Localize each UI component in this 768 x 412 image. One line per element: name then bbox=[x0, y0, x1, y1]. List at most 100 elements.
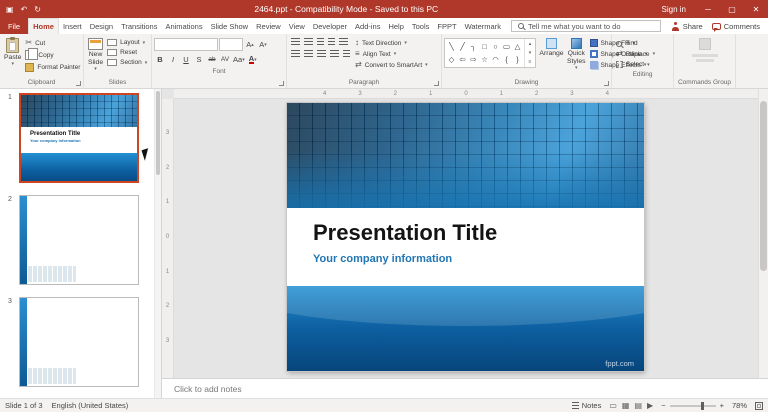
align-left-button[interactable] bbox=[291, 50, 300, 57]
tab-developer[interactable]: Developer bbox=[309, 18, 351, 34]
tab-home[interactable]: Home bbox=[28, 18, 59, 34]
character-spacing-button[interactable]: AV bbox=[219, 53, 231, 66]
tab-animations[interactable]: Animations bbox=[161, 18, 206, 34]
bold-button[interactable]: B bbox=[154, 53, 166, 66]
format-painter-button[interactable]: Format Painter bbox=[23, 62, 82, 73]
italic-button[interactable]: I bbox=[167, 53, 179, 66]
shape-brace-left-icon[interactable]: { bbox=[501, 53, 512, 66]
canvas-scrollbar[interactable] bbox=[758, 89, 768, 378]
paragraph-dialog-launcher-icon[interactable] bbox=[434, 81, 439, 86]
slide-title-text[interactable]: Presentation Title bbox=[313, 220, 644, 246]
notes-pane[interactable]: Click to add notes bbox=[162, 378, 768, 398]
align-text-button[interactable]: ≡ Align Text ▾ bbox=[353, 49, 430, 59]
shape-arrow-right-icon[interactable]: ⇨ bbox=[468, 53, 479, 66]
cut-button[interactable]: ✂ Cut bbox=[23, 38, 82, 48]
change-case-button[interactable]: Aa ▾ bbox=[232, 53, 246, 66]
shape-rectangle-icon[interactable]: □ bbox=[479, 40, 490, 53]
numbering-button[interactable] bbox=[304, 38, 313, 45]
share-button[interactable]: Share bbox=[671, 21, 703, 31]
new-slide-button[interactable]: New Slide ▾ bbox=[86, 36, 105, 72]
layout-button[interactable]: Layout ▾ bbox=[105, 38, 149, 47]
font-color-button[interactable]: A ▾ bbox=[247, 53, 259, 66]
shape-line2-icon[interactable]: ╱ bbox=[457, 40, 468, 53]
slide-thumbnail-3[interactable] bbox=[19, 297, 139, 387]
fit-to-window-button[interactable] bbox=[755, 401, 763, 410]
tab-transitions[interactable]: Transitions bbox=[117, 18, 161, 34]
close-button[interactable]: ✕ bbox=[744, 0, 768, 18]
slide-subtitle-text[interactable]: Your company information bbox=[313, 253, 644, 265]
zoom-slider-thumb[interactable] bbox=[700, 401, 704, 410]
slide-sorter-view-button[interactable]: ▦ bbox=[622, 401, 630, 410]
thumbnail-scrollbar[interactable] bbox=[154, 89, 161, 398]
zoom-level[interactable]: 78% bbox=[732, 401, 747, 410]
zoom-out-button[interactable]: − bbox=[661, 401, 665, 410]
tab-review[interactable]: Review bbox=[252, 18, 285, 34]
shape-ellipse-icon[interactable]: ○ bbox=[490, 40, 501, 53]
zoom-in-button[interactable]: + bbox=[720, 401, 724, 410]
align-right-button[interactable] bbox=[317, 50, 326, 57]
select-button[interactable]: Select ▾ bbox=[614, 60, 671, 69]
sign-in-button[interactable]: Sign in bbox=[652, 5, 696, 14]
shape-connector-icon[interactable]: ┐ bbox=[468, 40, 479, 53]
find-button[interactable]: Find bbox=[614, 39, 671, 48]
justify-button[interactable] bbox=[330, 50, 339, 57]
strikethrough-button[interactable]: ab bbox=[206, 53, 218, 66]
addin-command-button[interactable] bbox=[690, 36, 720, 62]
canvas-scrollbar-thumb[interactable] bbox=[760, 101, 767, 271]
convert-to-smartart-button[interactable]: ⇄ Convert to SmartArt ▾ bbox=[353, 60, 430, 70]
reading-view-button[interactable]: ▤ bbox=[634, 401, 642, 410]
shape-brace-right-icon[interactable]: } bbox=[512, 53, 523, 66]
font-name-select[interactable] bbox=[154, 38, 218, 51]
maximize-button[interactable]: ▢ bbox=[720, 0, 744, 18]
text-shadow-button[interactable]: S bbox=[193, 53, 205, 66]
shrink-font-button[interactable]: A ▾ bbox=[257, 38, 269, 51]
arrange-button[interactable]: Arrange bbox=[538, 36, 565, 58]
more-shapes-icon[interactable]: ≡ bbox=[529, 59, 532, 65]
shape-arc-icon[interactable]: ◠ bbox=[490, 53, 501, 66]
bullets-button[interactable] bbox=[291, 38, 300, 45]
tab-file[interactable]: File bbox=[0, 18, 29, 34]
notes-toggle-button[interactable]: Notes bbox=[571, 401, 601, 410]
tab-tools[interactable]: Tools bbox=[408, 18, 434, 34]
increase-indent-button[interactable] bbox=[328, 38, 335, 45]
tell-me-box[interactable]: Tell me what you want to do bbox=[510, 20, 661, 32]
shapes-gallery-scroll[interactable]: ▴ ▾ ≡ bbox=[524, 39, 535, 67]
replace-button[interactable]: ⇄ Replace ▾ bbox=[614, 49, 671, 59]
tab-slide-show[interactable]: Slide Show bbox=[207, 18, 253, 34]
underline-button[interactable]: U bbox=[180, 53, 192, 66]
slide-thumbnail-1[interactable]: Presentation Title Your company informat… bbox=[19, 93, 139, 183]
reset-button[interactable]: Reset bbox=[105, 48, 149, 57]
tab-view[interactable]: View bbox=[285, 18, 309, 34]
tab-help[interactable]: Help bbox=[384, 18, 407, 34]
decrease-indent-button[interactable] bbox=[317, 38, 324, 45]
tab-fppt[interactable]: FPPT bbox=[433, 18, 460, 34]
language-indicator[interactable]: English (United States) bbox=[52, 401, 129, 410]
redo-icon[interactable]: ↻ bbox=[34, 5, 41, 14]
grow-font-button[interactable]: A ▴ bbox=[244, 38, 256, 51]
shapes-gallery[interactable]: ╲ ╱ ┐ □ ○ ▭ △ ◇ ⇦ ⇨ ☆ ◠ { } ▴ ▾ ≡ bbox=[444, 38, 536, 68]
copy-button[interactable]: Copy bbox=[23, 48, 82, 61]
scroll-up-icon[interactable]: ▴ bbox=[529, 41, 532, 47]
slide-thumbnail-2[interactable] bbox=[19, 195, 139, 285]
tab-watermark[interactable]: Watermark bbox=[461, 18, 505, 34]
shape-arrow-left-icon[interactable]: ⇦ bbox=[457, 53, 468, 66]
undo-icon[interactable]: ↶ bbox=[21, 5, 28, 14]
scroll-down-icon[interactable]: ▾ bbox=[529, 50, 532, 56]
section-button[interactable]: Section ▾ bbox=[105, 58, 149, 67]
shape-rounded-rect-icon[interactable]: ▭ bbox=[501, 40, 512, 53]
shape-diamond-icon[interactable]: ◇ bbox=[446, 53, 457, 66]
font-size-select[interactable] bbox=[219, 38, 243, 51]
clipboard-dialog-launcher-icon[interactable] bbox=[76, 81, 81, 86]
tab-design[interactable]: Design bbox=[86, 18, 117, 34]
thumbnail-scrollbar-thumb[interactable] bbox=[156, 91, 160, 175]
quick-styles-button[interactable]: Quick Styles ▾ bbox=[565, 36, 588, 71]
shape-line-icon[interactable]: ╲ bbox=[446, 40, 457, 53]
align-center-button[interactable] bbox=[304, 50, 313, 57]
tab-add-ins[interactable]: Add-ins bbox=[351, 18, 384, 34]
zoom-slider[interactable] bbox=[669, 401, 716, 410]
save-icon[interactable]: ▣ bbox=[6, 5, 14, 14]
shape-triangle-icon[interactable]: △ bbox=[512, 40, 523, 53]
text-direction-button[interactable]: ↕ Text Direction ▾ bbox=[353, 38, 430, 48]
tab-insert[interactable]: Insert bbox=[59, 18, 86, 34]
columns-button[interactable] bbox=[343, 50, 350, 57]
